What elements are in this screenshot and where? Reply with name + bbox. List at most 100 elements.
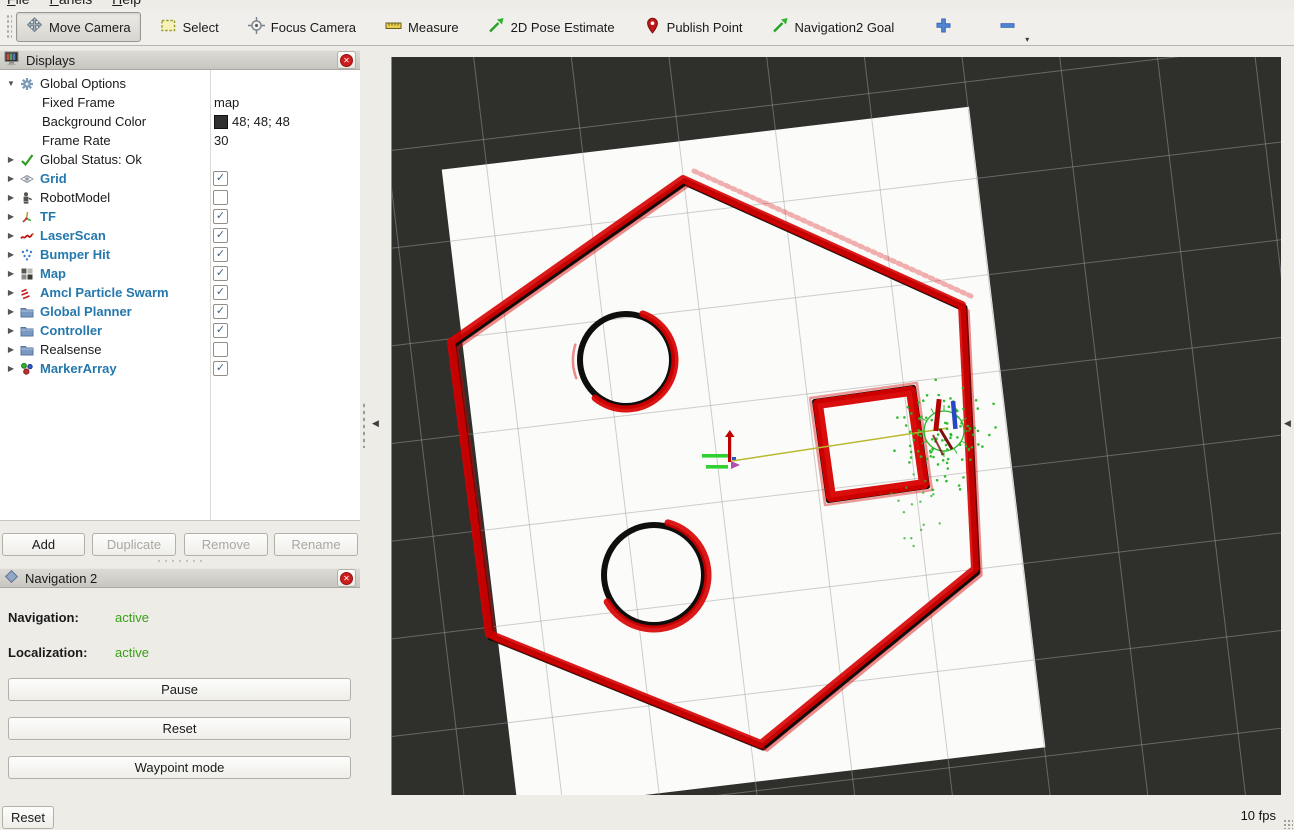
menu-help[interactable]: Help [112,0,141,7]
visibility-checkbox[interactable]: ✓ [213,266,228,281]
visibility-checkbox[interactable] [213,342,228,357]
collapse-icon[interactable]: ▼ [5,79,17,88]
navigation2-panel-title: Navigation 2 [25,571,331,586]
duplicate-button[interactable]: Duplicate [92,533,176,556]
remove-button[interactable]: Remove [184,533,268,556]
tool-publish-point[interactable]: Publish Point [634,12,753,42]
resize-grip[interactable] [1283,819,1293,829]
fixed-frame-value[interactable]: map [214,95,239,110]
tool-2d-pose-estimate[interactable]: 2D Pose Estimate [478,12,625,42]
expand-icon[interactable]: ▶ [5,326,17,335]
toolbar: Move Camera Select Focus Camera Measure … [0,9,1294,46]
visibility-checkbox[interactable]: ✓ [213,228,228,243]
collapse-right-arrow-icon[interactable]: ◀ [1284,418,1291,429]
folder-icon [19,324,35,338]
panel-diamond-icon [4,569,19,587]
waypoint-mode-button[interactable]: Waypoint mode [8,756,351,779]
localization-status-value: active [115,645,149,660]
navigation2-close-button[interactable]: ✕ [337,569,356,587]
add-tool-button[interactable] [925,12,962,42]
horizontal-splitter[interactable] [155,559,205,563]
row-display-bumper-hit[interactable]: ▶ Bumper Hit ✓ [0,245,360,264]
expand-icon[interactable]: ▶ [5,288,17,297]
row-display-laserscan[interactable]: ▶ LaserScan ✓ [0,226,360,245]
row-display-global-planner[interactable]: ▶ Global Planner ✓ [0,302,360,321]
expand-icon[interactable]: ▶ [5,307,17,316]
tool-select[interactable]: Select [150,12,229,42]
focus-camera-icon [248,17,265,37]
grid-icon [19,172,35,186]
tool-focus-camera[interactable]: Focus Camera [238,12,366,42]
expand-icon[interactable]: ▶ [5,212,17,221]
add-button[interactable]: Add [2,533,85,556]
select-icon [160,17,177,37]
tool-navigation2-goal[interactable]: Navigation2 Goal [762,12,905,42]
row-display-tf[interactable]: ▶ TF ✓ [0,207,360,226]
reset-nav-button[interactable]: Reset [8,717,351,740]
row-display-map[interactable]: ▶ Map ✓ [0,264,360,283]
render-viewport[interactable] [391,57,1281,795]
menu-bar: File Panels Help [0,0,1294,9]
visibility-checkbox[interactable]: ✓ [213,247,228,262]
row-frame-rate[interactable]: Frame Rate 30 [0,131,360,150]
row-global-status[interactable]: ▶ Global Status: Ok [0,150,360,169]
reset-button[interactable]: Reset [2,806,54,829]
navigation-status-value: active [115,610,149,625]
row-display-amcl-particle-swarm[interactable]: ▶ Amcl Particle Swarm ✓ [0,283,360,302]
publish-point-icon [644,17,661,37]
tool-label: Measure [408,20,459,35]
displays-panel-header[interactable]: Displays ✕ [0,50,360,70]
tool-label: Move Camera [49,20,131,35]
laser-scan-icon [19,229,35,243]
rename-button[interactable]: Rename [274,533,358,556]
collapse-left-arrow-icon[interactable]: ◀ [372,418,379,429]
navigation2-panel-header[interactable]: Navigation 2 ✕ [0,568,360,588]
row-display-realsense[interactable]: ▶ Realsense [0,340,360,359]
visibility-checkbox[interactable]: ✓ [213,361,228,376]
row-background-color[interactable]: Background Color 48; 48; 48 [0,112,360,131]
toolbar-drag-handle[interactable] [6,14,12,40]
visibility-checkbox[interactable] [213,190,228,205]
frame-rate-value[interactable]: 30 [214,133,228,148]
background-color-value[interactable]: 48; 48; 48 [214,114,290,129]
tool-dropdown-caret[interactable]: ▾ [1025,35,1029,44]
expand-icon[interactable]: ▶ [5,193,17,202]
row-display-controller[interactable]: ▶ Controller ✓ [0,321,360,340]
particle-swarm-icon [19,286,35,300]
visibility-checkbox[interactable]: ✓ [213,304,228,319]
menu-file[interactable]: File [7,0,30,7]
tool-label: Publish Point [667,20,743,35]
visibility-checkbox[interactable]: ✓ [213,171,228,186]
plus-icon [935,17,952,37]
displays-icon [4,51,20,69]
tool-label: 2D Pose Estimate [511,20,615,35]
expand-icon[interactable]: ▶ [5,345,17,354]
tool-label: Focus Camera [271,20,356,35]
row-display-robotmodel[interactable]: ▶ RobotModel [0,188,360,207]
localization-status-label: Localization: [8,645,87,660]
tool-measure[interactable]: Measure [375,12,469,42]
expand-icon[interactable]: ▶ [5,174,17,183]
expand-icon[interactable]: ▶ [5,269,17,278]
visibility-checkbox[interactable]: ✓ [213,209,228,224]
remove-tool-button[interactable]: ▾ [989,12,1026,42]
expand-icon[interactable]: ▶ [5,250,17,259]
row-fixed-frame[interactable]: Fixed Frame map [0,93,360,112]
tf-icon [19,210,35,224]
visibility-checkbox[interactable]: ✓ [213,285,228,300]
visibility-checkbox[interactable]: ✓ [213,323,228,338]
robot-model-icon [19,191,35,205]
tool-move-camera[interactable]: Move Camera [16,12,141,42]
pause-button[interactable]: Pause [8,678,351,701]
displays-close-button[interactable]: ✕ [337,51,356,69]
expand-icon[interactable]: ▶ [5,364,17,373]
expand-icon[interactable]: ▶ [5,155,17,164]
left-splitter-handle[interactable] [362,402,366,448]
minus-icon [999,17,1016,37]
row-global-options[interactable]: ▼ Global Options [0,74,360,93]
row-display-grid[interactable]: ▶ Grid ✓ [0,169,360,188]
menu-panels[interactable]: Panels [49,0,92,7]
move-camera-icon [26,17,43,37]
row-display-markerarray[interactable]: ▶ MarkerArray ✓ [0,359,360,378]
expand-icon[interactable]: ▶ [5,231,17,240]
